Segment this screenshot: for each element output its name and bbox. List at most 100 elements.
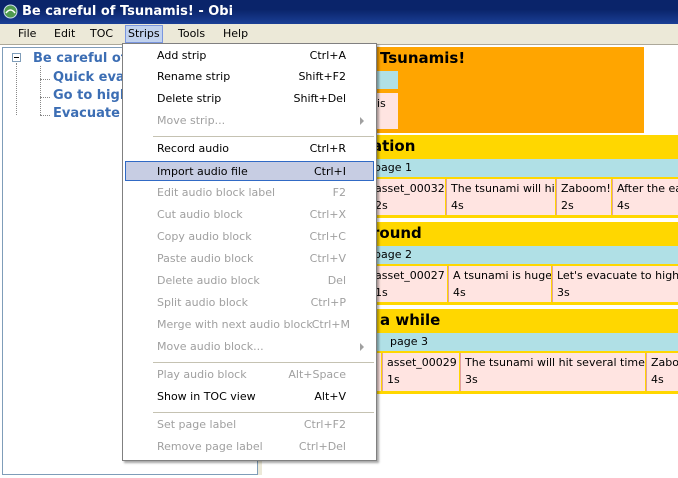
page-label: page 1 [374,161,412,174]
submenu-arrow-icon [360,343,364,351]
menu-item-shortcut: Shift+F2 [298,70,346,83]
block-duration: 4s [617,199,630,212]
window-title: Be careful of Tsunamis! - Obi [22,4,234,19]
menu-item-shortcut: Shift+Del [293,92,346,105]
block-label: The tsunami will hit several times [465,356,645,369]
block-duration: 3s [557,286,570,299]
tree-guide-line [40,79,50,80]
menu-file[interactable]: File [16,26,38,42]
menu-item-shortcut: Del [327,274,346,287]
audio-block[interactable]: Zaboom! 2s [556,179,611,215]
menu-item-import-audio-file[interactable]: Import audio file Ctrl+I [125,161,374,181]
menu-item-label: Copy audio block [157,230,252,243]
tree-guide-line [16,63,17,115]
audio-block[interactable]: The tsunami will hit several times 3s [460,353,645,391]
strip-title: ation [372,137,416,155]
menu-item-label: Rename strip [157,70,231,83]
menu-strips[interactable]: Strips [125,25,163,43]
strip-title: round [372,224,422,242]
block-label: A tsunami is huge [453,269,551,282]
strip-title: Tsunamis! [380,49,466,67]
menu-item-move-strip[interactable]: Move strip... [125,111,374,131]
block-label: Zaboom! [561,182,611,195]
block-duration: 1s [387,373,400,386]
menu-separator [153,412,374,413]
menu-item-merge-with-next-audio-block[interactable]: Merge with next audio block Ctrl+M [125,315,374,335]
tree-node[interactable]: Go to high [53,88,129,103]
menu-item-add-strip[interactable]: Add strip Ctrl+A [125,46,374,66]
audio-block[interactable]: After the ea 4s [612,179,678,215]
menu-item-record-audio[interactable]: Record audio Ctrl+R [125,139,374,159]
menu-item-label: Split audio block [157,296,249,309]
menu-help[interactable]: Help [221,26,250,42]
menu-item-rename-strip[interactable]: Rename strip Shift+F2 [125,67,374,87]
block-label: Let's evacuate to high g [557,269,678,282]
menu-edit[interactable]: Edit [52,26,77,42]
menu-item-cut-audio-block[interactable]: Cut audio block Ctrl+X [125,205,374,225]
menu-item-label: Delete audio block [157,274,260,287]
menu-item-shortcut: Ctrl+X [309,208,346,221]
menu-tools[interactable]: Tools [176,26,207,42]
menu-toc[interactable]: TOC [88,26,115,42]
menu-item-paste-audio-block[interactable]: Paste audio block Ctrl+V [125,249,374,269]
block-label: After the ea [617,182,678,195]
menu-item-label: Move strip... [157,114,226,127]
menu-item-label: Paste audio block [157,252,254,265]
menu-item-delete-strip[interactable]: Delete strip Shift+Del [125,89,374,109]
menu-item-shortcut: Ctrl+P [310,296,346,309]
menu-item-shortcut: Ctrl+F2 [303,418,346,431]
page-label: page 3 [390,335,428,348]
audio-block[interactable]: A tsunami is huge 4s [448,266,551,302]
menu-item-label: Remove page label [157,440,263,453]
menu-item-shortcut: Alt+Space [288,368,346,381]
tree-node[interactable]: Evacuate [53,106,120,121]
audio-block[interactable]: Let's evacuate to high g 3s [552,266,678,302]
tree-guide-line [40,66,41,115]
block-duration: 2s [561,199,574,212]
strips-dropdown-menu: Add strip Ctrl+A Rename strip Shift+F2 Del… [122,43,377,461]
menu-bar: File Edit TOC Strips Tools Help [0,24,678,44]
block-duration: 3s [465,373,478,386]
menu-item-shortcut: Alt+V [314,390,346,403]
menu-item-shortcut: Ctrl+R [309,142,346,155]
menu-item-play-audio-block[interactable]: Play audio block Alt+Space [125,365,374,385]
page-label: page 2 [374,248,412,261]
tree-guide-line [40,115,50,116]
menu-separator [153,362,374,363]
menu-separator [153,136,374,137]
menu-item-show-in-toc-view[interactable]: Show in TOC view Alt+V [125,387,374,407]
block-duration: 4s [451,199,464,212]
menu-item-shortcut: Ctrl+I [313,165,346,178]
menu-item-move-audio-block[interactable]: Move audio block... [125,337,374,357]
block-label: asset_00029 [387,356,457,369]
menu-item-label: Add strip [157,49,207,62]
menu-item-shortcut: Ctrl+M [311,318,350,331]
audio-block[interactable]: Zabo 4s [646,353,678,391]
menu-item-edit-audio-block-label[interactable]: Edit audio block label F2 [125,183,374,203]
block-label: asset_00027 [375,269,445,282]
block-duration: 4s [453,286,466,299]
menu-item-label: Play audio block [157,368,247,381]
menu-item-label: Move audio block... [157,340,264,353]
menu-item-split-audio-block[interactable]: Split audio block Ctrl+P [125,293,374,313]
menu-item-copy-audio-block[interactable]: Copy audio block Ctrl+C [125,227,374,247]
menu-item-label: Edit audio block label [157,186,276,199]
audio-block[interactable]: asset_00027 1s [370,266,447,302]
audio-block[interactable]: asset_00029 1s [382,353,459,391]
audio-block[interactable]: The tsunami will hit 4s [446,179,555,215]
collapse-icon[interactable] [12,53,21,62]
audio-block[interactable]: asset_00032 2s [370,179,445,215]
block-duration: 4s [651,373,664,386]
tree-node[interactable]: Quick eva [53,70,125,85]
menu-item-shortcut: Ctrl+Del [298,440,346,453]
block-label: asset_00032 [375,182,445,195]
menu-item-delete-audio-block[interactable]: Delete audio block Del [125,271,374,291]
submenu-arrow-icon [360,117,364,125]
menu-item-remove-page-label[interactable]: Remove page label Ctrl+Del [125,437,374,457]
menu-item-label: Set page label [157,418,237,431]
tree-node-root[interactable]: Be careful of [33,51,126,66]
menu-item-label: Merge with next audio block [157,318,313,331]
menu-item-set-page-label[interactable]: Set page label Ctrl+F2 [125,415,374,435]
block-label: Zabo [651,356,678,369]
strip-title: a while [380,311,441,329]
